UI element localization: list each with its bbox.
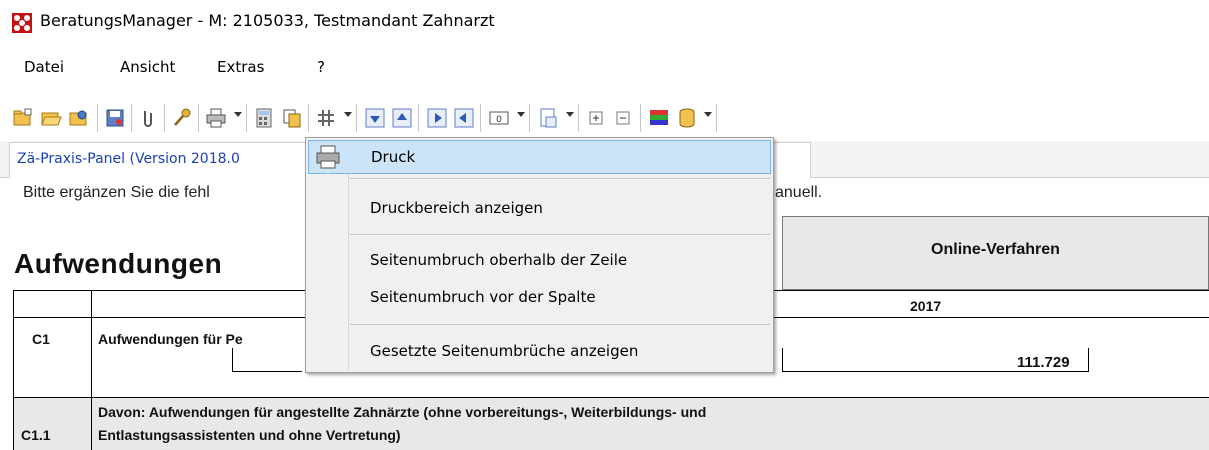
table-border (13, 290, 14, 450)
menu-extras[interactable]: Extras (217, 58, 264, 76)
menu-item-label: Seitenumbruch vor der Spalte (370, 288, 596, 306)
toolbar-separator (97, 104, 98, 132)
open-folder-icon[interactable] (40, 107, 62, 129)
attach-icon[interactable] (137, 107, 159, 129)
arrow-up-icon[interactable] (391, 107, 413, 129)
toolbar-separator (716, 104, 717, 132)
key-icon[interactable] (171, 107, 193, 129)
tab-label[interactable]: Zä-Praxis-Panel (Version 2018.0 (17, 151, 240, 167)
table-border (13, 397, 1209, 398)
menu-datei[interactable]: Datei (24, 58, 64, 76)
database-dropdown-icon[interactable] (704, 112, 712, 117)
svg-text:0: 0 (496, 115, 502, 125)
toolbar-separator (198, 104, 199, 132)
year-header: 2017 (910, 298, 942, 314)
arrow-right-icon[interactable] (426, 107, 448, 129)
menu-separator (350, 178, 770, 179)
expand-icon[interactable] (585, 107, 607, 129)
calculator-icon[interactable] (253, 107, 275, 129)
menu-separator (350, 234, 770, 235)
menu-item-label: Seitenumbruch oberhalb der Zeile (370, 251, 628, 269)
counter-icon[interactable]: 0 (488, 107, 510, 129)
grid-icon[interactable] (315, 107, 337, 129)
row-label-c1: Aufwendungen für Pe (98, 331, 243, 347)
color-icon[interactable] (648, 107, 670, 129)
row-code-c1: C1 (32, 331, 50, 347)
input-border (232, 348, 233, 372)
value-c1[interactable]: 111.729 (1017, 354, 1070, 371)
toolbar-separator (640, 104, 641, 132)
menu-item-seitenumbruch-oberhalb[interactable]: Seitenumbruch oberhalb der Zeile (306, 244, 773, 276)
toolbar-separator (356, 104, 357, 132)
title-bar: BeratungsManager - M: 2105033, Testmanda… (0, 0, 1209, 40)
print-dropdown-menu: Druck Druckbereich anzeigen Seitenumbruc… (305, 137, 774, 373)
new-folder-icon[interactable] (12, 107, 34, 129)
toolbar-separator (480, 104, 481, 132)
menu-item-druck[interactable]: Druck (308, 140, 771, 174)
value-field-border (1088, 348, 1089, 372)
input-underline (232, 371, 302, 372)
value-field-underline (782, 371, 1089, 372)
toolbar-separator (164, 104, 165, 132)
menu-item-seitenumbrueche-anzeigen[interactable]: Gesetzte Seitenumbrüche anzeigen (306, 335, 773, 367)
row-label-c1-1-line1: Davon: Aufwendungen für angestellte Zahn… (98, 404, 707, 420)
toolbar-separator (246, 104, 247, 132)
menu-bar (0, 48, 1209, 86)
value-field-border (782, 348, 783, 372)
row-label-c1-1-line2: Entlastungsassistenten und ohne Vertretu… (98, 427, 401, 443)
save-icon[interactable] (104, 107, 126, 129)
toolbar-separator (529, 104, 530, 132)
hint-text: Bitte ergänzen Sie die fehl (23, 184, 210, 201)
toolbar-separator (131, 104, 132, 132)
page-title: Aufwendungen (14, 248, 223, 279)
collapse-icon[interactable] (612, 107, 634, 129)
database-icon[interactable] (676, 107, 698, 129)
row-code-c1-1: C1.1 (21, 427, 51, 443)
hint-text-end: anuell. (775, 184, 823, 201)
window-title: BeratungsManager - M: 2105033, Testmanda… (40, 11, 495, 30)
print-icon[interactable] (205, 107, 227, 129)
menu-ansicht[interactable]: Ansicht (120, 58, 175, 76)
menu-item-seitenumbruch-spalte[interactable]: Seitenumbruch vor der Spalte (306, 281, 773, 313)
online-verfahren-label: Online-Verfahren (931, 241, 1060, 258)
menu-item-label: Druck (371, 148, 416, 166)
table-border (91, 290, 92, 450)
online-verfahren-header: Online-Verfahren (782, 216, 1209, 290)
counter-dropdown-icon[interactable] (517, 112, 525, 117)
menu-item-label: Druckbereich anzeigen (370, 199, 543, 217)
menu-separator (350, 324, 770, 325)
grid-dropdown-icon[interactable] (344, 112, 352, 117)
toolbar-separator (578, 104, 579, 132)
menu-item-label: Gesetzte Seitenumbrüche anzeigen (370, 342, 639, 360)
toolbar-separator (418, 104, 419, 132)
app-icon (12, 13, 32, 33)
toolbar-separator (308, 104, 309, 132)
folder-settings-icon[interactable] (68, 107, 90, 129)
menu-item-druckbereich-anzeigen[interactable]: Druckbereich anzeigen (306, 192, 773, 224)
copy-icon[interactable] (281, 107, 303, 129)
menu-help[interactable]: ? (317, 58, 325, 76)
page-dropdown-icon[interactable] (566, 112, 574, 117)
print-icon (309, 141, 349, 173)
arrow-down-icon[interactable] (364, 107, 386, 129)
page-icon[interactable] (537, 107, 559, 129)
arrow-left-icon[interactable] (453, 107, 475, 129)
print-dropdown-icon[interactable] (234, 112, 242, 117)
